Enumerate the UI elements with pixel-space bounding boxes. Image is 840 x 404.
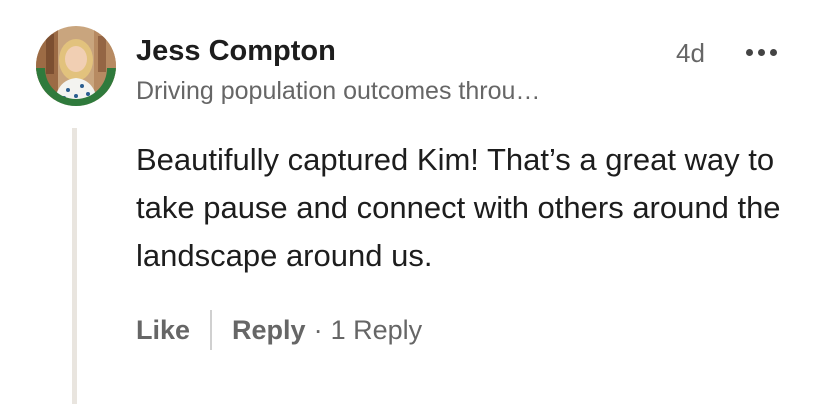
- ellipsis-icon: [745, 48, 753, 56]
- comment-body: Beautifully captured Kim! That’s a great…: [136, 142, 781, 273]
- action-divider: [210, 310, 213, 350]
- reply-button[interactable]: Reply: [232, 315, 306, 346]
- thread-line: [72, 128, 77, 404]
- comment-actions: Like Reply · 1 Reply: [136, 308, 422, 352]
- more-options-button[interactable]: [736, 36, 786, 68]
- comment-timestamp: 4d: [676, 38, 705, 68]
- ellipsis-icon: [757, 48, 765, 56]
- ellipsis-icon: [769, 48, 777, 56]
- author-name[interactable]: Jess Compton: [136, 33, 336, 69]
- author-avatar[interactable]: [36, 26, 116, 106]
- avatar-photo: [36, 26, 116, 106]
- separator-dot: ·: [313, 314, 323, 345]
- reply-count-link[interactable]: 1 Reply: [331, 315, 423, 346]
- author-headline: Driving population outcomes throu…: [136, 77, 541, 105]
- comment: Jess Compton Driving population outcomes…: [0, 0, 840, 404]
- like-button[interactable]: Like: [136, 315, 190, 346]
